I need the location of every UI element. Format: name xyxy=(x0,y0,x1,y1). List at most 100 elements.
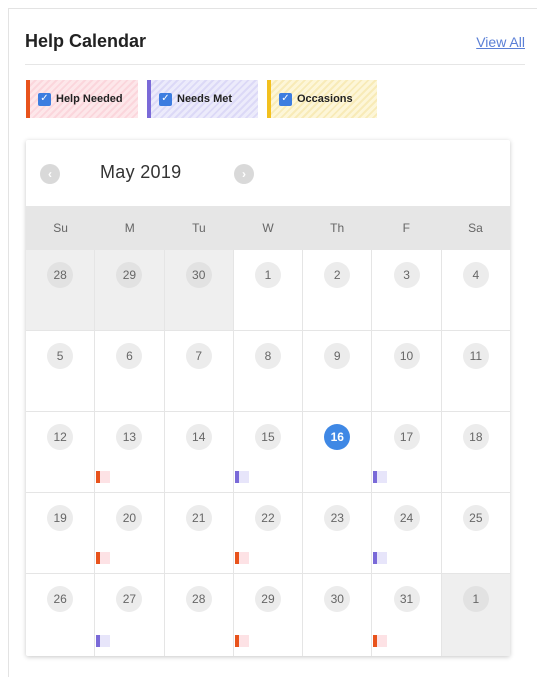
date-number: 30 xyxy=(185,262,212,288)
calendar-day-cell[interactable]: 3 xyxy=(372,250,442,330)
date-number: 23 xyxy=(324,505,351,531)
help-needed-event-marker[interactable] xyxy=(96,552,111,564)
calendar-day-cell[interactable]: 2 xyxy=(303,250,373,330)
calendar-day-cell[interactable]: 28 xyxy=(165,574,234,656)
calendar-day-cell[interactable]: 31 xyxy=(372,574,442,656)
date-number: 13 xyxy=(116,424,143,450)
weekday-label: W xyxy=(262,221,274,235)
filter-label: Needs Met xyxy=(177,93,233,105)
calendar-week: 19 20 21 22 23 24 25 xyxy=(26,493,510,574)
checkbox-checked-icon[interactable]: ✓ xyxy=(279,92,292,106)
date-number: 6 xyxy=(116,343,143,369)
calendar-day-cell[interactable]: 11 xyxy=(442,331,510,411)
date-number: 10 xyxy=(393,343,420,369)
date-number: 29 xyxy=(254,586,281,612)
calendar-day-cell[interactable]: 5 xyxy=(26,331,96,411)
calendar-week: 5 6 7 8 9 10 11 xyxy=(26,331,510,412)
date-number: 28 xyxy=(185,586,212,612)
date-number: 19 xyxy=(47,505,74,531)
calendar-day-cell[interactable]: 20 xyxy=(95,493,165,573)
needs-met-event-marker[interactable] xyxy=(373,552,388,564)
calendar-day-cell[interactable]: 30 xyxy=(303,574,373,656)
calendar-day-cell[interactable]: 9 xyxy=(303,331,373,411)
chevron-right-icon[interactable]: › xyxy=(234,164,254,184)
month-calendar: ‹ May 2019 › Su M Tu W Th F Sa 28 29 30 1 2 3… xyxy=(26,140,510,656)
month-navigation: ‹ May 2019 › xyxy=(26,140,510,206)
calendar-day-cell[interactable]: 7 xyxy=(165,331,234,411)
calendar-day-cell[interactable]: 13 xyxy=(95,412,165,492)
date-number: 11 xyxy=(462,343,489,369)
date-number: 20 xyxy=(116,505,143,531)
calendar-day-cell[interactable]: 22 xyxy=(234,493,304,573)
calendar-day-cell[interactable]: 10 xyxy=(372,331,442,411)
date-number: 31 xyxy=(393,586,420,612)
calendar-grid: 28 29 30 1 2 3 4 5 6 7 8 9 10 11 12 13 14 15 16 17 18 19 20 21 2… xyxy=(26,250,510,656)
filter-needs-met[interactable]: ✓ Needs Met xyxy=(147,80,258,118)
weekday-label: Tu xyxy=(192,221,206,235)
date-number: 9 xyxy=(324,343,351,369)
calendar-week: 28 29 30 1 2 3 4 xyxy=(26,250,510,331)
needs-met-event-marker[interactable] xyxy=(373,471,388,483)
calendar-day-cell[interactable]: 29 xyxy=(234,574,304,656)
calendar-day-cell[interactable]: 21 xyxy=(165,493,234,573)
weekday-label: Th xyxy=(330,221,345,235)
date-number: 1 xyxy=(254,262,281,288)
calendar-day-cell[interactable]: 15 xyxy=(234,412,304,492)
calendar-week: 26 27 28 29 30 31 1 xyxy=(26,574,510,656)
date-number: 21 xyxy=(185,505,212,531)
view-all-link[interactable]: View All xyxy=(476,34,525,50)
weekday-label: M xyxy=(124,221,135,235)
date-number: 3 xyxy=(393,262,420,288)
weekday-label: F xyxy=(402,221,410,235)
date-number: 26 xyxy=(47,586,74,612)
calendar-day-cell[interactable]: 14 xyxy=(165,412,234,492)
help-needed-event-marker[interactable] xyxy=(234,552,249,564)
calendar-day-cell[interactable]: 29 xyxy=(95,250,165,330)
date-number: 15 xyxy=(254,424,281,450)
filter-help-needed[interactable]: ✓ Help Needed xyxy=(26,80,138,118)
date-number: 22 xyxy=(254,505,281,531)
calendar-day-cell[interactable]: 18 xyxy=(442,412,510,492)
today-date-number: 16 xyxy=(324,424,351,450)
weekday-header: Su M Tu W Th F Sa xyxy=(26,206,510,250)
needs-met-event-marker[interactable] xyxy=(234,471,249,483)
help-needed-event-marker[interactable] xyxy=(373,635,388,647)
date-number: 30 xyxy=(324,586,351,612)
calendar-day-cell[interactable]: 28 xyxy=(26,250,96,330)
calendar-day-cell[interactable]: 4 xyxy=(442,250,510,330)
calendar-day-cell[interactable]: 30 xyxy=(164,250,234,330)
filter-occasions[interactable]: ✓ Occasions xyxy=(267,80,377,118)
calendar-day-cell[interactable]: 25 xyxy=(442,493,510,573)
calendar-day-cell[interactable]: 1 xyxy=(441,574,510,656)
calendar-day-cell[interactable]: 8 xyxy=(234,331,304,411)
calendar-day-cell[interactable]: 1 xyxy=(234,250,304,330)
date-number: 29 xyxy=(116,262,143,288)
help-needed-event-marker[interactable] xyxy=(234,635,249,647)
date-number: 12 xyxy=(47,424,74,450)
date-number: 27 xyxy=(116,586,143,612)
calendar-day-cell[interactable]: 12 xyxy=(26,412,96,492)
date-number: 7 xyxy=(185,343,212,369)
date-number: 8 xyxy=(254,343,281,369)
filter-label: Occasions xyxy=(297,93,353,105)
calendar-day-cell[interactable]: 16 xyxy=(303,412,373,492)
date-number: 18 xyxy=(462,424,489,450)
calendar-day-cell[interactable]: 27 xyxy=(95,574,165,656)
calendar-week: 12 13 14 15 16 17 18 xyxy=(26,412,510,493)
calendar-day-cell[interactable]: 23 xyxy=(303,493,373,573)
help-needed-event-marker[interactable] xyxy=(96,471,111,483)
calendar-day-cell[interactable]: 26 xyxy=(26,574,96,656)
date-number: 28 xyxy=(47,262,74,288)
date-number: 25 xyxy=(462,505,489,531)
calendar-day-cell[interactable]: 6 xyxy=(95,331,165,411)
checkbox-checked-icon[interactable]: ✓ xyxy=(38,92,51,106)
calendar-day-cell[interactable]: 19 xyxy=(26,493,96,573)
month-label: May 2019 xyxy=(100,162,182,182)
calendar-day-cell[interactable]: 17 xyxy=(372,412,442,492)
needs-met-event-marker[interactable] xyxy=(96,635,111,647)
checkbox-checked-icon[interactable]: ✓ xyxy=(159,92,172,106)
panel-header: Help Calendar View All xyxy=(25,31,525,65)
calendar-day-cell[interactable]: 24 xyxy=(372,493,442,573)
chevron-left-icon[interactable]: ‹ xyxy=(40,164,60,184)
panel-title: Help Calendar xyxy=(25,31,147,51)
